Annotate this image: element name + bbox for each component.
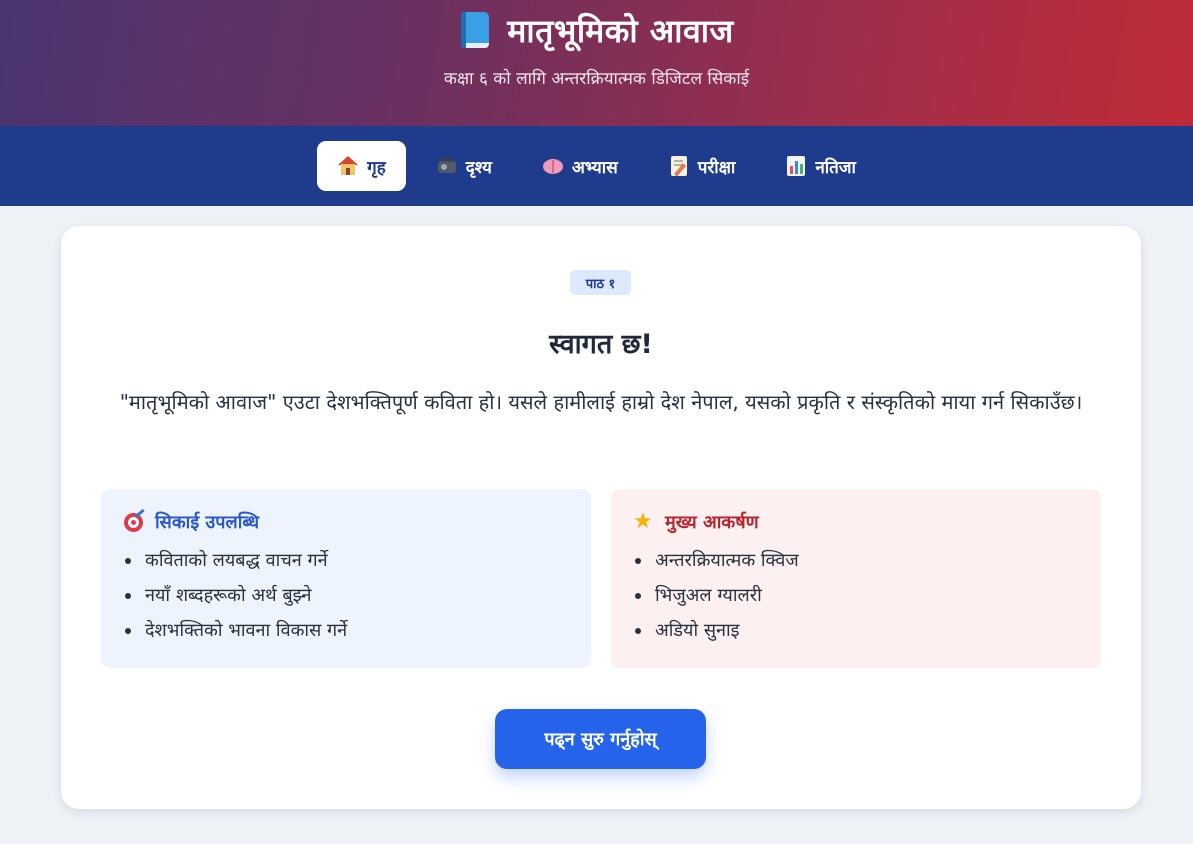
list-item: कविताको लयबद्ध वाचन गर्ने [123, 543, 569, 578]
house-icon [337, 155, 359, 177]
intro-text: "मातृभूमिको आवाज" एउटा देशभक्तिपूर्ण कवि… [119, 390, 1083, 414]
list-item: नयाँ शब्दहरूको अर्थ बुझ्ने [123, 578, 569, 613]
tab-label: परीक्षा [697, 157, 736, 178]
tab-results[interactable]: नतिजा [765, 141, 876, 191]
main-attractions-heading: ★ मुख्य आकर्षण [633, 509, 1079, 535]
tab-label: अभ्यास [571, 157, 618, 178]
main-attractions-title: मुख्य आकर्षण [665, 512, 759, 533]
learning-outcomes-heading: सिकाई उपलब्धि [123, 508, 569, 535]
projector-icon [436, 155, 458, 177]
star-icon: ★ [633, 509, 653, 534]
learning-outcomes-title: सिकाई उपलब्धि [155, 512, 260, 533]
start-reading-button[interactable]: पढ्न सुरु गर्नुहोस् [495, 709, 706, 769]
app-title: मातृभूमिको आवाज [507, 11, 734, 50]
app-subtitle: कक्षा ६ को लागि अन्तरक्रियात्मक डिजिटल स… [443, 69, 750, 89]
tab-practice[interactable]: अभ्यास [522, 141, 638, 191]
main-attractions-list: अन्तरक्रियात्मक क्विज भिजुअल ग्यालरी अडि… [633, 543, 1079, 648]
learning-outcomes-list: कविताको लयबद्ध वाचन गर्ने नयाँ शब्दहरूको… [123, 543, 569, 648]
book-icon [459, 11, 491, 49]
tab-label: दृश्य [465, 157, 492, 178]
lesson-badge: पाठ १ [570, 270, 631, 295]
tab-label: नतिजा [815, 157, 856, 178]
list-item: अडियो सुनाइ [633, 613, 1079, 648]
main-attractions-panel: ★ मुख्य आकर्षण अन्तरक्रियात्मक क्विज भिज… [611, 489, 1101, 668]
bar-chart-icon [785, 155, 807, 177]
app-header: मातृभूमिको आवाज कक्षा ६ को लागि अन्तरक्र… [0, 0, 1193, 126]
brain-icon [542, 155, 564, 177]
target-icon [123, 508, 145, 533]
header-title-row: मातृभूमिको आवाज [0, 4, 1193, 56]
main-nav: गृह दृश्य अभ्यास परीक्षा नतिजा [0, 126, 1193, 206]
tab-home[interactable]: गृह [317, 141, 406, 191]
list-item: देशभक्तिको भावना विकास गर्ने [123, 613, 569, 648]
welcome-title: स्वागत छ! [549, 329, 653, 360]
list-item: अन्तरक्रियात्मक क्विज [633, 543, 1079, 578]
memo-icon [668, 155, 690, 177]
list-item: भिजुअल ग्यालरी [633, 578, 1079, 613]
home-card: पाठ १ स्वागत छ! "मातृभूमिको आवाज" एउटा द… [61, 226, 1141, 809]
tab-visual[interactable]: दृश्य [416, 141, 512, 191]
tab-exam[interactable]: परीक्षा [648, 141, 756, 191]
learning-outcomes-panel: सिकाई उपलब्धि कविताको लयबद्ध वाचन गर्ने … [101, 489, 591, 668]
tab-label: गृह [367, 157, 386, 178]
